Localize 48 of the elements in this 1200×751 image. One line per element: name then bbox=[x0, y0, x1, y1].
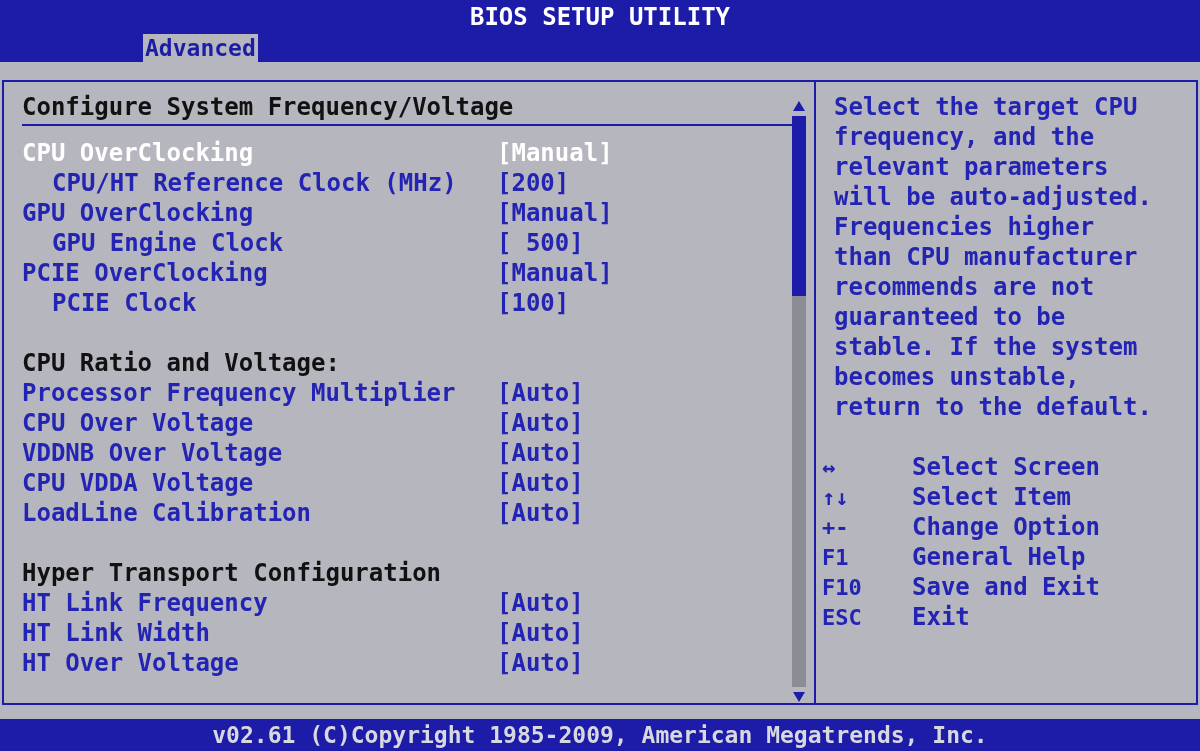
window-title: BIOS SETUP UTILITY bbox=[469, 3, 731, 31]
setting-label[interactable]: CPU Over Voltage bbox=[22, 409, 497, 437]
key-action: Exit bbox=[912, 603, 970, 631]
setting-label[interactable]: PCIE Clock bbox=[22, 289, 497, 317]
setting-label[interactable]: LoadLine Calibration bbox=[22, 499, 497, 527]
setting-value[interactable]: [Auto] bbox=[497, 409, 584, 437]
setting-value[interactable]: [100] bbox=[497, 289, 570, 317]
setting-label[interactable]: CPU VDDA Voltage bbox=[22, 469, 497, 497]
setting-value[interactable]: [Auto] bbox=[497, 649, 584, 677]
setting-label[interactable]: PCIE OverClocking bbox=[22, 259, 497, 287]
key-name: F1 bbox=[822, 544, 850, 570]
key-action: Select Screen bbox=[912, 453, 1100, 481]
key-action: Select Item bbox=[912, 483, 1071, 511]
scroll-thumb[interactable] bbox=[792, 116, 806, 296]
setting-label[interactable]: CPU/HT Reference Clock (MHz) bbox=[22, 169, 497, 197]
key-name: ↔ bbox=[822, 454, 837, 480]
setting-value[interactable]: [Manual] bbox=[497, 259, 613, 287]
help-text: Select the target CPU frequency, and the relevant parameters will be auto-adjusted. Frequencies higher than CPU manufacturer recommends are not guaranteed to be stable. If the system becomes unstable, return to the default. bbox=[834, 92, 1152, 422]
panel-heading: Configure System Frequency/Voltage bbox=[22, 92, 515, 122]
section-heading: CPU Ratio and Voltage: bbox=[22, 349, 341, 377]
key-action: Change Option bbox=[912, 513, 1100, 541]
setting-label[interactable]: HT Link Frequency bbox=[22, 589, 497, 617]
setting-label[interactable]: HT Over Voltage bbox=[22, 649, 497, 677]
setting-value[interactable]: [Auto] bbox=[497, 589, 584, 617]
setting-label[interactable]: HT Link Width bbox=[22, 619, 497, 647]
setting-value[interactable]: [Auto] bbox=[497, 499, 584, 527]
setting-label[interactable]: Processor Frequency Multiplier bbox=[22, 379, 497, 407]
setting-label[interactable]: GPU OverClocking bbox=[22, 199, 497, 227]
setting-value[interactable]: [200] bbox=[497, 169, 570, 197]
section-heading: Hyper Transport Configuration bbox=[22, 559, 443, 587]
setting-label[interactable]: VDDNB Over Voltage bbox=[22, 439, 497, 467]
setting-value[interactable]: [Manual] bbox=[497, 199, 613, 227]
key-name: ↑↓ bbox=[822, 484, 850, 510]
setting-value[interactable]: [Auto] bbox=[497, 379, 584, 407]
copyright-text: v02.61 (C)Copyright 1985-2009, American Megatrends, Inc. bbox=[212, 722, 988, 748]
key-name: ESC bbox=[822, 604, 863, 630]
setting-label[interactable]: GPU Engine Clock bbox=[22, 229, 497, 257]
setting-value[interactable]: [ 500] bbox=[497, 229, 584, 257]
key-name: +- bbox=[822, 514, 850, 540]
setting-value[interactable]: [Auto] bbox=[497, 469, 584, 497]
key-action: Save and Exit bbox=[912, 573, 1100, 601]
tab[interactable]: Advanced bbox=[143, 34, 258, 62]
scroll-down-icon[interactable] bbox=[792, 691, 806, 703]
setting-value[interactable]: [Auto] bbox=[497, 619, 584, 647]
scroll-up-icon[interactable] bbox=[792, 100, 806, 112]
key-action: General Help bbox=[912, 543, 1086, 571]
key-name: F10 bbox=[822, 574, 863, 600]
setting-value[interactable]: [Auto] bbox=[497, 439, 584, 467]
